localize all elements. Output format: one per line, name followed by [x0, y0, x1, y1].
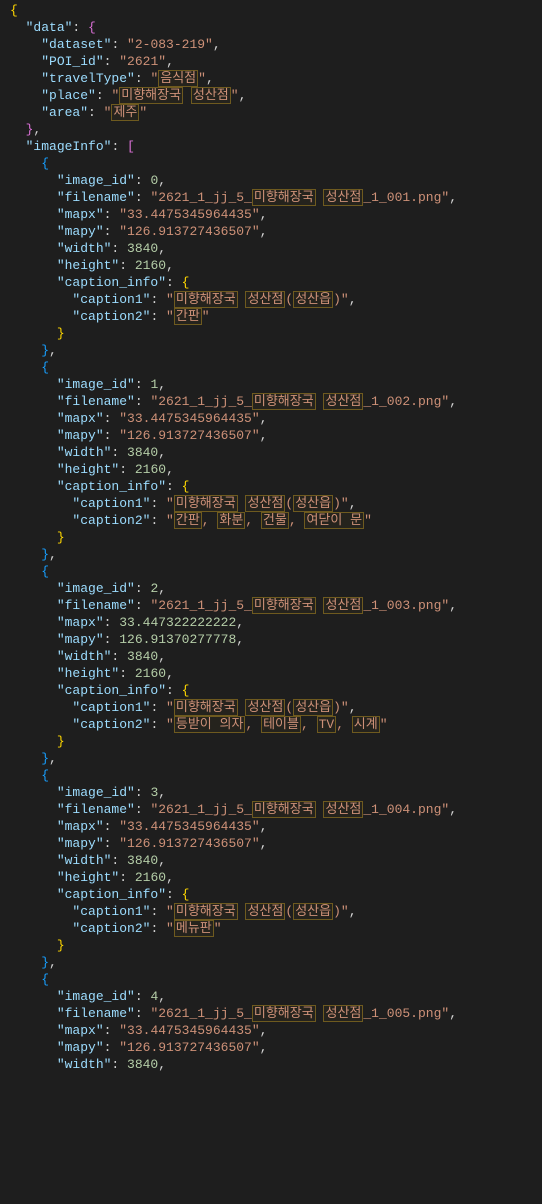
json-code-viewer: { "data": { "dataset": "2-083-219", "POI…: [10, 2, 542, 1073]
